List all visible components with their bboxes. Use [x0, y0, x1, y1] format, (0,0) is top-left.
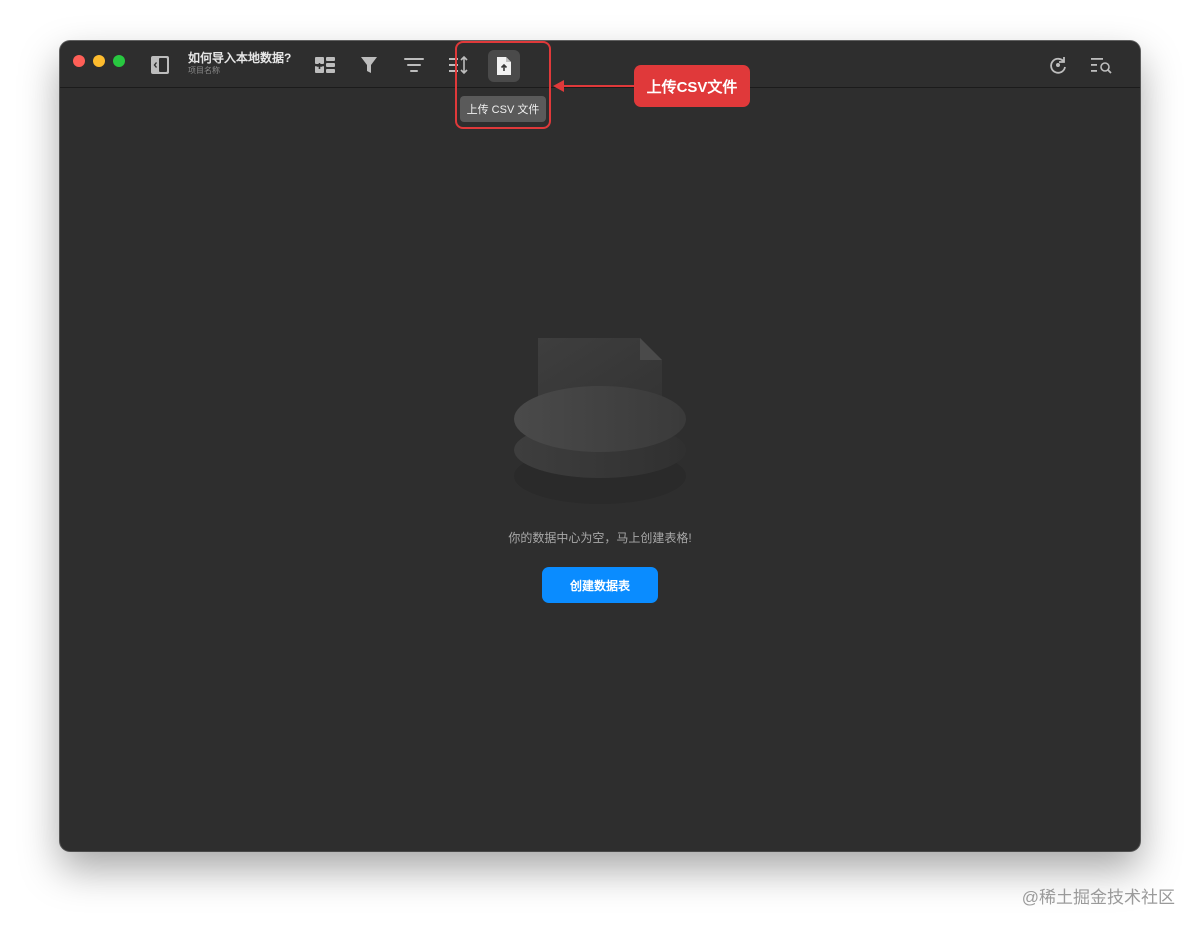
search-list-icon[interactable]: [1087, 50, 1117, 80]
filter-icon[interactable]: [354, 50, 384, 80]
minimize-window-button[interactable]: [93, 55, 105, 67]
annotation-label: 上传CSV文件: [634, 65, 750, 107]
app-window: 如何导入本地数据? 项目名称 上传 CSV 文件 你的数据中心为空，马上创建表格…: [60, 41, 1140, 851]
sort-icon[interactable]: [399, 50, 429, 80]
maximize-window-button[interactable]: [113, 55, 125, 67]
annotation-arrow-line: [562, 85, 634, 87]
create-table-button[interactable]: 创建数据表: [542, 567, 658, 603]
sidebar-toggle-icon[interactable]: [145, 50, 175, 80]
sync-icon[interactable]: [1043, 50, 1073, 80]
window-title-block: 如何导入本地数据? 项目名称: [188, 51, 291, 76]
window-subtitle: 项目名称: [188, 66, 220, 75]
empty-data-illustration: [510, 336, 690, 510]
watermark: @稀土掘金技术社区: [1021, 888, 1175, 907]
close-window-button[interactable]: [73, 55, 85, 67]
toolbar: 如何导入本地数据? 项目名称: [60, 41, 1140, 88]
add-record-icon[interactable]: [310, 50, 340, 80]
annotation-highlight-box: [455, 41, 551, 129]
annotation-arrow-icon: [553, 80, 564, 92]
empty-state-message: 你的数据中心为空，马上创建表格!: [508, 531, 692, 545]
window-title: 如何导入本地数据?: [188, 51, 292, 65]
